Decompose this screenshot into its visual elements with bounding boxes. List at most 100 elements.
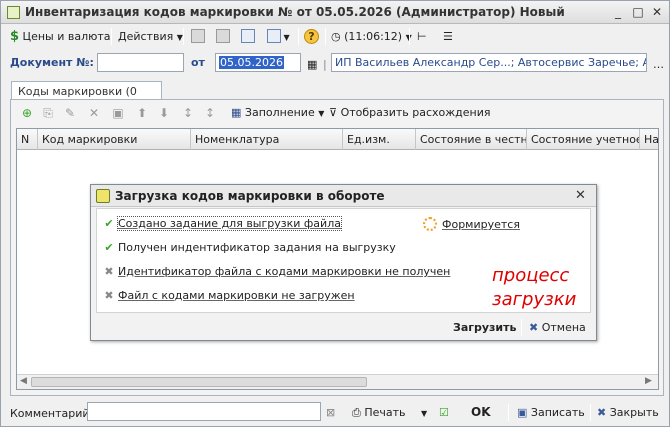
step-item: ✖ Идентификатор файла с кодами маркировки… <box>103 264 450 280</box>
chevron-down-icon: ▼ <box>318 109 325 118</box>
delete-icon[interactable]: ✕ <box>87 106 101 120</box>
fill-label: Заполнение <box>244 106 315 119</box>
load-button[interactable]: Загрузить <box>453 319 516 336</box>
actions-menu[interactable]: Действия ▼ <box>118 28 183 45</box>
select-button[interactable]: … <box>653 56 664 73</box>
cancel-label: Отмена <box>541 321 586 334</box>
copy-icon[interactable] <box>241 28 255 45</box>
scroll-left-icon[interactable]: ◀ <box>20 376 27 386</box>
dialog-footer: Загрузить ✖ Отмена <box>91 314 596 340</box>
load-codes-dialog: Загрузка кодов маркировки в обороте ✕ ✔ С… <box>90 184 597 341</box>
edit-icon[interactable]: ✎ <box>63 106 77 120</box>
separator-icon: | <box>323 58 327 71</box>
organization-field[interactable]: ИП Васильев Александр Сер...; Автосервис… <box>331 53 647 72</box>
printer-icon: ⎙ <box>352 406 361 419</box>
step-text[interactable]: Идентификатор файла с кодами маркировки … <box>118 265 450 278</box>
structure-icon[interactable]: ⊢ <box>417 28 427 45</box>
cancel-button[interactable]: ✖ Отмена <box>529 319 586 336</box>
step-text[interactable]: Создано задание для выгрузки файла <box>117 216 342 231</box>
doc-number-field[interactable] <box>97 53 184 72</box>
minimize-button[interactable]: _ <box>611 5 625 19</box>
doc-date-field[interactable]: 05.05.2026 <box>215 53 301 72</box>
dialog-body: ✔ Создано задание для выгрузки файла ✔ Пол… <box>96 208 591 313</box>
print-menu[interactable]: ⎙ Печать ▼ <box>352 404 427 421</box>
sort-desc-icon[interactable]: ↕ <box>203 106 217 120</box>
dialog-icon <box>96 189 110 203</box>
check-icon: ✔ <box>104 217 114 230</box>
move-down-icon[interactable]: ⬇ <box>157 106 171 120</box>
clock-icon: ◷ <box>331 30 341 43</box>
horizontal-scrollbar[interactable]: ◀ ▶ <box>17 374 658 389</box>
close-icon: ✖ <box>597 406 607 419</box>
column-header[interactable]: На <box>640 129 658 150</box>
sort-asc-icon[interactable]: ↕ <box>181 106 195 120</box>
app-icon <box>7 6 20 19</box>
clear-icon[interactable]: ⊠ <box>326 404 335 421</box>
column-header[interactable]: Ед.изм. <box>343 129 416 150</box>
cancel-icon: ✖ <box>529 321 539 334</box>
step-text[interactable]: Файл с кодами маркировки не загружен <box>118 289 355 302</box>
close-icon[interactable]: ✕ <box>575 188 586 203</box>
panel-toolbar: ⊕ ⎘ ✎ ✕ ▣ ⬆ ⬇ ↕ ↕ ▦ Заполнение ▼ ⊽ Отобр… <box>11 100 663 126</box>
column-header[interactable]: Номенклатура <box>191 129 343 150</box>
spinner-icon <box>423 217 437 231</box>
column-header[interactable]: Состояние учетное <box>527 129 640 150</box>
calendar-icon[interactable]: ▦ <box>307 56 317 73</box>
move-up-icon[interactable]: ⬆ <box>135 106 149 120</box>
comment-label: Комментарий: <box>10 407 94 420</box>
window-title: Инвентаризация кодов маркировки № от 05.… <box>25 5 565 19</box>
prices-label: Цены и валюта <box>22 30 111 43</box>
save-icon: ▣ <box>517 406 528 419</box>
save-button[interactable]: ▣ Записать <box>517 404 585 421</box>
print-label: Печать <box>364 406 406 419</box>
ok-button[interactable]: OK <box>471 404 491 421</box>
post-icon[interactable] <box>191 28 205 45</box>
prices-button[interactable]: $ Цены и валюта <box>10 28 111 45</box>
scroll-right-icon[interactable]: ▶ <box>645 376 652 386</box>
bottom-bar: Комментарий: ⊠ ⎙ Печать ▼ ☑ OK ▣ Записат… <box>1 399 669 425</box>
fill-menu[interactable]: ▦ Заполнение ▼ <box>231 104 324 121</box>
close-window-button[interactable]: ✕ <box>650 5 664 19</box>
column-header[interactable]: N <box>17 129 38 150</box>
doc-date-value: 05.05.2026 <box>219 56 284 69</box>
time-button[interactable]: ◷ (11:06:12) ▼ <box>331 28 412 45</box>
step-item: ✔ Создано задание для выгрузки файла <box>103 216 342 232</box>
scroll-thumb[interactable] <box>31 377 367 387</box>
show-diff-label: Отобразить расхождения <box>340 106 491 119</box>
step-item: ✖ Файл с кодами маркировки не загружен <box>103 288 355 304</box>
show-diff-button[interactable]: ⊽ Отобразить расхождения <box>329 104 491 121</box>
title-bar: Инвентаризация кодов маркировки № от 05.… <box>1 1 669 24</box>
cross-icon: ✖ <box>104 289 114 302</box>
doc-number-label: Документ №: <box>10 56 94 69</box>
dialog-title: Загрузка кодов маркировки в обороте <box>115 189 385 203</box>
column-header[interactable]: Код маркировки <box>38 129 191 150</box>
dialog-title-bar: Загрузка кодов маркировки в обороте ✕ <box>91 185 596 207</box>
fill-icon: ▦ <box>231 106 242 119</box>
chevron-down-icon: ▼ <box>176 33 183 42</box>
close-label: Закрыть <box>609 406 659 419</box>
unpost-icon[interactable] <box>216 28 230 45</box>
filter-icon: ⊽ <box>329 106 338 119</box>
maximize-button[interactable]: □ <box>631 5 645 19</box>
dollar-icon: $ <box>10 29 20 44</box>
time-label: (11:06:12) <box>344 30 403 43</box>
document-window: Инвентаризация кодов маркировки № от 05.… <box>0 0 670 427</box>
copy-row-icon[interactable]: ⎘ <box>41 106 55 120</box>
process-annotation: процесс загрузки <box>492 265 577 310</box>
chevron-down-icon: ▼ <box>420 409 428 418</box>
add-icon[interactable]: ⊕ <box>20 106 34 120</box>
tab-marking-codes[interactable]: Коды маркировки (0 поз.) <box>11 81 162 111</box>
table-header: N Код маркировки Номенклатура Ед.изм. Со… <box>17 129 658 150</box>
ok-icon: ☑ <box>439 406 449 419</box>
save-label: Записать <box>530 406 585 419</box>
help-icon[interactable]: ? <box>304 28 319 45</box>
column-header[interactable]: Состояние в честн... <box>416 129 527 150</box>
doc-date-label: от <box>191 56 205 69</box>
based-on-icon[interactable]: ▼ <box>267 28 290 45</box>
check-icon: ✔ <box>104 241 114 254</box>
comment-field[interactable] <box>87 402 321 421</box>
list-icon[interactable]: ☰ <box>443 28 453 45</box>
end-edit-icon[interactable]: ▣ <box>111 106 125 120</box>
close-button[interactable]: ✖ Закрыть <box>597 404 659 421</box>
forming-label[interactable]: Формируется <box>442 218 520 231</box>
